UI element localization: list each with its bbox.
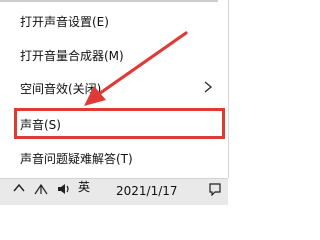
- network-icon[interactable]: [33, 182, 49, 196]
- chevron-up-icon[interactable]: [13, 183, 25, 193]
- menu-item-label: 打开声音设置(E): [20, 15, 109, 29]
- menu-item-label: 声音问题疑难解答(T): [20, 152, 133, 166]
- context-menu: 打开声音设置(E) 打开音量合成器(M) 空间音效(关闭) 声音(S) 声音问题…: [0, 0, 229, 178]
- speaker-icon[interactable]: [56, 182, 72, 196]
- chevron-right-icon: [204, 81, 213, 93]
- language-indicator[interactable]: 英: [78, 178, 90, 195]
- menu-top-border: [0, 0, 218, 2]
- taskbar-date[interactable]: 2021/1/17: [116, 184, 178, 198]
- highlight-box: [14, 108, 225, 139]
- menu-item-spatial-sound[interactable]: 空间音效(关闭): [0, 73, 218, 105]
- menu-item-label: 空间音效(关闭): [20, 82, 102, 96]
- menu-item-sound-troubleshoot[interactable]: 声音问题疑难解答(T): [0, 143, 218, 175]
- menu-item-open-volume-mixer[interactable]: 打开音量合成器(M): [0, 40, 218, 72]
- notification-icon[interactable]: [208, 182, 222, 196]
- menu-item-open-sound-settings[interactable]: 打开声音设置(E): [0, 6, 218, 38]
- menu-item-label: 打开音量合成器(M): [20, 49, 124, 63]
